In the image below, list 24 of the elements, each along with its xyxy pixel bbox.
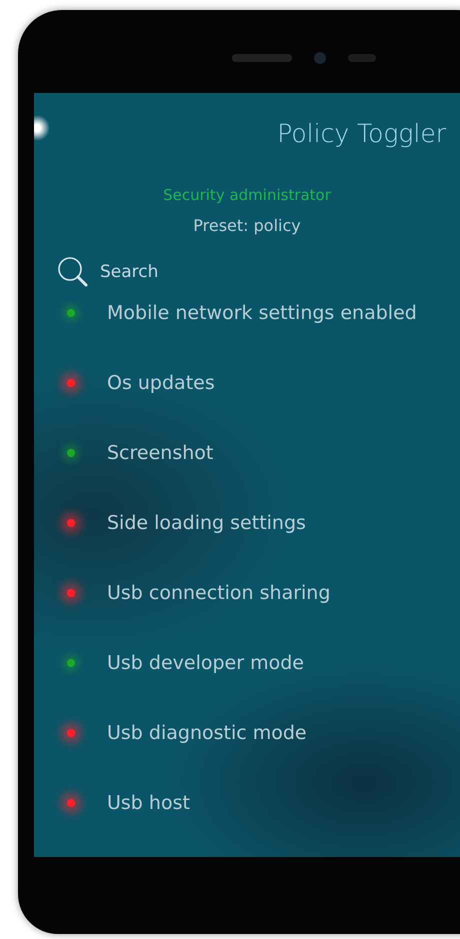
policy-item[interactable]: Usb connection sharing bbox=[34, 558, 460, 628]
preset-label: Preset: policy bbox=[192, 216, 302, 235]
policy-item[interactable]: Os updates bbox=[34, 348, 460, 418]
page-title: Policy Toggler bbox=[277, 119, 446, 148]
policy-item[interactable]: Side loading settings bbox=[34, 488, 460, 558]
policy-label: Os updates bbox=[107, 372, 215, 394]
policy-label: Screenshot bbox=[107, 442, 214, 464]
policy-item[interactable]: Usb developer mode bbox=[34, 628, 460, 698]
search-icon bbox=[56, 255, 90, 289]
policy-item[interactable]: Usb host bbox=[34, 768, 460, 838]
policy-item[interactable]: Mobile network settings enabled bbox=[34, 291, 460, 335]
policy-label: Usb developer mode bbox=[107, 652, 304, 674]
camera-lens bbox=[314, 52, 326, 64]
policy-label: Usb diagnostic mode bbox=[107, 722, 307, 744]
policy-item[interactable]: Screenshot bbox=[34, 418, 460, 488]
sensor bbox=[348, 54, 376, 62]
policy-item[interactable]: Usb diagnostic mode bbox=[34, 698, 460, 768]
policy-label: Usb host bbox=[107, 792, 190, 814]
policy-label: Mobile network settings enabled bbox=[107, 302, 417, 324]
search-field[interactable]: Search bbox=[98, 261, 352, 283]
speaker-grille bbox=[232, 54, 292, 62]
policy-label: Side loading settings bbox=[107, 512, 306, 534]
policy-label: Usb connection sharing bbox=[107, 582, 330, 604]
subtitle: Security administrator bbox=[162, 186, 332, 204]
